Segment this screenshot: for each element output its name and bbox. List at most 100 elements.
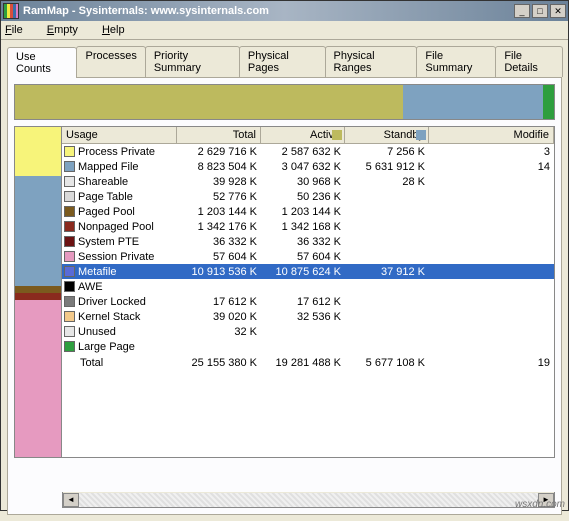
- color-swatch: [64, 266, 75, 277]
- color-swatch: [64, 191, 75, 202]
- table-row[interactable]: Page Table 52 776 K50 236 K: [62, 189, 554, 204]
- usage-label: Mapped File: [78, 161, 139, 173]
- color-swatch: [64, 161, 75, 172]
- usage-label: Nonpaged Pool: [78, 221, 154, 233]
- usage-label: Unused: [78, 326, 116, 338]
- horizontal-scrollbar[interactable]: ◄ ►: [62, 492, 555, 508]
- table-row[interactable]: AWE: [62, 279, 554, 294]
- cell-total: 1 342 176 K: [177, 221, 261, 233]
- table-row[interactable]: Session Private 57 604 K57 604 K: [62, 249, 554, 264]
- menu-file[interactable]: File: [5, 24, 35, 36]
- cell-total: 17 612 K: [177, 296, 261, 308]
- cell-active: 1 342 168 K: [261, 221, 345, 233]
- cell-total: 1 203 144 K: [177, 206, 261, 218]
- col-usage[interactable]: Usage: [62, 127, 177, 143]
- cell-total: 57 604 K: [177, 251, 261, 263]
- table-row[interactable]: Unused 32 K: [62, 324, 554, 339]
- watermark: wsxdn.com: [515, 499, 565, 510]
- color-swatch: [64, 341, 75, 352]
- color-swatch: [64, 236, 75, 247]
- table-row[interactable]: Process Private 2 629 716 K2 587 632 K7 2…: [62, 144, 554, 159]
- tab-file-summary[interactable]: File Summary: [416, 46, 496, 77]
- usage-label: Metafile: [78, 266, 117, 278]
- cell-standby: 28 K: [345, 176, 429, 188]
- table-row[interactable]: Paged Pool 1 203 144 K1 203 144 K: [62, 204, 554, 219]
- menubar: File Empty Help: [1, 21, 568, 40]
- color-swatch: [64, 326, 75, 337]
- usage-label: Large Page: [78, 341, 135, 353]
- col-standby[interactable]: Standby: [345, 127, 429, 143]
- cell-standby: 5 631 912 K: [345, 161, 429, 173]
- scroll-track[interactable]: [79, 493, 538, 507]
- cell-active: 32 536 K: [261, 311, 345, 323]
- tab-processes[interactable]: Processes: [76, 46, 145, 77]
- menu-help[interactable]: Help: [102, 24, 137, 36]
- usage-table: Usage Total Active Standby Modifie Proce…: [62, 126, 555, 458]
- cell-total: 10 913 536 K: [177, 266, 261, 278]
- usage-label: AWE: [78, 281, 103, 293]
- cell-active: 10 875 624 K: [261, 266, 345, 278]
- cell-total: 8 823 504 K: [177, 161, 261, 173]
- left-color-bar: [14, 126, 62, 458]
- usage-label: System PTE: [78, 236, 139, 248]
- cell-total: 32 K: [177, 326, 261, 338]
- color-swatch: [64, 206, 75, 217]
- table-row[interactable]: System PTE 36 332 K36 332 K: [62, 234, 554, 249]
- table-row[interactable]: Kernel Stack 39 020 K32 536 K: [62, 309, 554, 324]
- total-label: Total: [62, 357, 177, 369]
- scroll-left-icon[interactable]: ◄: [63, 493, 79, 507]
- cell-active: 57 604 K: [261, 251, 345, 263]
- color-swatch: [64, 146, 75, 157]
- usage-label: Paged Pool: [78, 206, 135, 218]
- table-row[interactable]: Driver Locked 17 612 K17 612 K: [62, 294, 554, 309]
- cell-active: 3 047 632 K: [261, 161, 345, 173]
- close-button[interactable]: ✕: [550, 4, 566, 18]
- tab-file-details[interactable]: File Details: [495, 46, 563, 77]
- col-modified[interactable]: Modifie: [429, 127, 554, 143]
- minimize-button[interactable]: _: [514, 4, 530, 18]
- color-swatch: [64, 251, 75, 262]
- color-swatch: [64, 296, 75, 307]
- cell-active: 2 587 632 K: [261, 146, 345, 158]
- cell-modified: 14: [429, 161, 554, 173]
- tab-use-counts[interactable]: Use Counts: [7, 47, 77, 78]
- col-active[interactable]: Active: [261, 127, 345, 143]
- cell-total: 39 020 K: [177, 311, 261, 323]
- usage-label: Session Private: [78, 251, 154, 263]
- usage-label: Kernel Stack: [78, 311, 140, 323]
- color-swatch: [64, 311, 75, 322]
- color-swatch: [64, 281, 75, 292]
- cell-active: 50 236 K: [261, 191, 345, 203]
- cell-standby: 7 256 K: [345, 146, 429, 158]
- cell-active: 1 203 144 K: [261, 206, 345, 218]
- color-swatch: [64, 221, 75, 232]
- table-row[interactable]: Large Page: [62, 339, 554, 354]
- cell-total: 52 776 K: [177, 191, 261, 203]
- menu-empty[interactable]: Empty: [47, 24, 90, 36]
- cell-modified: 3: [429, 146, 554, 158]
- usage-label: Process Private: [78, 146, 155, 158]
- color-swatch: [64, 176, 75, 187]
- cell-total: 39 928 K: [177, 176, 261, 188]
- cell-active: 17 612 K: [261, 296, 345, 308]
- cell-active: 36 332 K: [261, 236, 345, 248]
- total-row: Total25 155 380 K19 281 488 K5 677 108 K…: [62, 354, 554, 369]
- cell-total: 36 332 K: [177, 236, 261, 248]
- titlebar[interactable]: RamMap - Sysinternals: www.sysinternals.…: [1, 1, 568, 21]
- usage-label: Page Table: [78, 191, 133, 203]
- cell-total: 2 629 716 K: [177, 146, 261, 158]
- table-row[interactable]: Nonpaged Pool 1 342 176 K1 342 168 K: [62, 219, 554, 234]
- cell-standby: 37 912 K: [345, 266, 429, 278]
- tabstrip: Use Counts Processes Priority Summary Ph…: [7, 46, 562, 77]
- usage-label: Driver Locked: [78, 296, 146, 308]
- maximize-button[interactable]: □: [532, 4, 548, 18]
- app-icon: [3, 3, 19, 19]
- table-row[interactable]: Shareable39 928 K30 968 K28 K: [62, 174, 554, 189]
- col-total[interactable]: Total: [177, 127, 261, 143]
- tab-physical-pages[interactable]: Physical Pages: [239, 46, 326, 77]
- table-row[interactable]: Metafile 10 913 536 K10 875 624 K37 912 K: [62, 264, 554, 279]
- tab-physical-ranges[interactable]: Physical Ranges: [325, 46, 418, 77]
- window-title: RamMap - Sysinternals: www.sysinternals.…: [23, 5, 514, 17]
- table-row[interactable]: Mapped File 8 823 504 K3 047 632 K5 631 9…: [62, 159, 554, 174]
- tab-priority-summary[interactable]: Priority Summary: [145, 46, 240, 77]
